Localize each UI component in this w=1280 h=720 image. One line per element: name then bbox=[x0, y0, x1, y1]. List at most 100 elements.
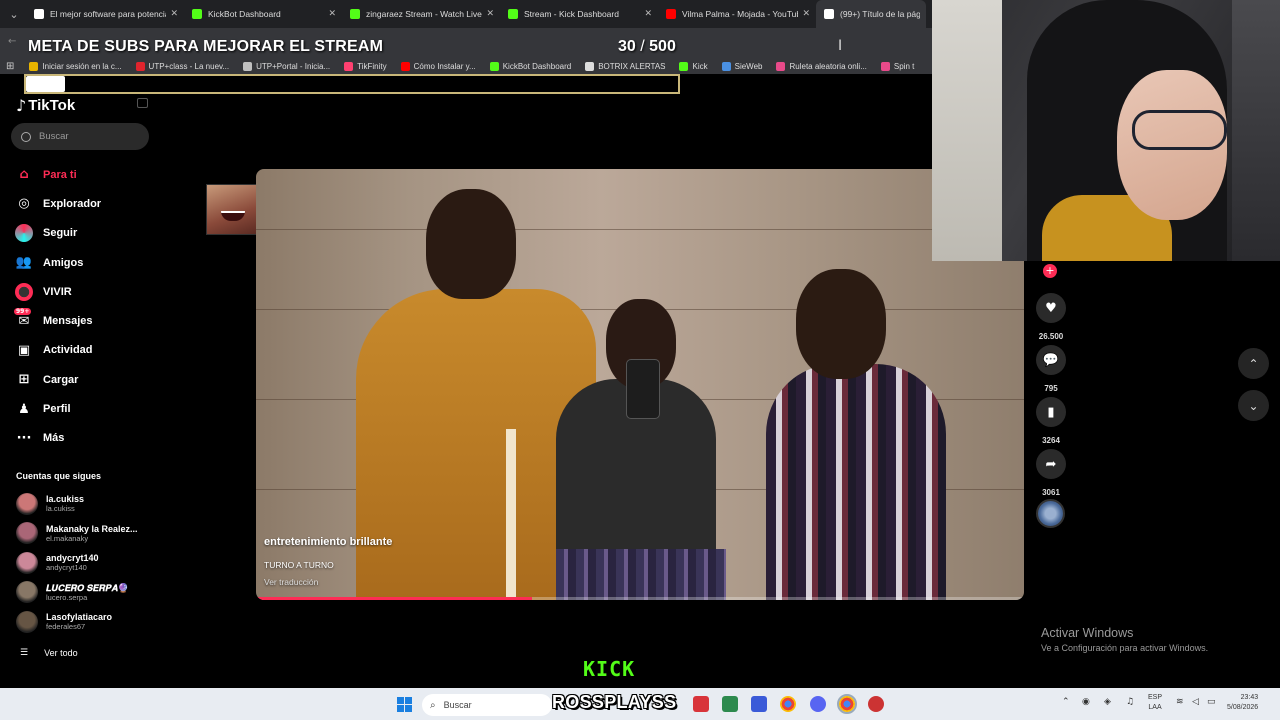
sidebar-item-actividad[interactable]: ▣ Actividad bbox=[14, 336, 154, 365]
sidebar-item-amigos[interactable]: 👥 Amigos bbox=[14, 248, 154, 277]
bookmark-label: UTP+Portal - Inicia... bbox=[256, 61, 331, 71]
search-input[interactable] bbox=[39, 131, 139, 142]
subs-goal-title: META DE SUBS PARA MEJORAR EL STREAM bbox=[28, 38, 384, 55]
apps-grid-icon[interactable]: ⊞ bbox=[6, 61, 14, 72]
search-box[interactable] bbox=[11, 123, 149, 150]
bookmark-favicon-icon bbox=[135, 61, 145, 71]
browser-tab[interactable]: El mejor software para potencia ✕ bbox=[26, 0, 184, 28]
see-all-button[interactable]: ☰ Ver todo bbox=[20, 648, 78, 658]
sidebar-item-para-ti[interactable]: ⌂ Para ti bbox=[14, 160, 154, 189]
bookmark-item[interactable]: Spin t bbox=[874, 61, 921, 71]
followed-account[interactable]: Lasofylatiacaro federales67 bbox=[16, 607, 156, 637]
tab-title: Stream - Kick Dashboard bbox=[524, 9, 619, 19]
collapse-sidebar-icon[interactable] bbox=[137, 98, 148, 108]
bookmark-button[interactable]: ▮ 3264 bbox=[1032, 397, 1070, 445]
bookmark-item[interactable]: Iniciar sesión en la c... bbox=[22, 61, 128, 71]
video-progress-bar[interactable] bbox=[256, 597, 1024, 600]
bookmark-label: BOTRIX ALERTAS bbox=[598, 61, 666, 71]
tiktok-logo-text: TikTok bbox=[28, 97, 76, 114]
sidebar-item-vivir[interactable]: VIVIR bbox=[14, 277, 154, 306]
microphone-icon[interactable]: ♫ bbox=[1126, 697, 1134, 707]
sidebar-item-mensajes[interactable]: ✉ 99+ Mensajes bbox=[14, 306, 154, 335]
music-disc-icon[interactable] bbox=[1036, 499, 1065, 528]
account-username: lucero.serpa bbox=[46, 592, 88, 602]
close-tab-icon[interactable]: ✕ bbox=[644, 9, 652, 19]
kick-icon bbox=[192, 9, 202, 19]
subs-goal-progress-bar bbox=[24, 74, 680, 94]
follow-plus-icon[interactable]: + bbox=[1043, 264, 1057, 278]
kick-icon bbox=[350, 9, 360, 19]
browser-tab[interactable]: zingaraez Stream - Watch Live ✕ bbox=[342, 0, 500, 28]
account-name: Makanaky la Realez... bbox=[46, 523, 138, 534]
avatar bbox=[16, 551, 38, 574]
translate-link[interactable]: Ver traducción bbox=[264, 577, 318, 587]
bookmark-item[interactable]: KickBot Dashboard bbox=[483, 61, 578, 71]
bookmark-item[interactable]: UTP+Portal - Inicia... bbox=[236, 61, 337, 71]
comment-icon: 💬 bbox=[1036, 345, 1066, 375]
taskbar-app-icon[interactable] bbox=[868, 696, 884, 712]
followed-account[interactable]: Makanaky la Realez... el.makanaky bbox=[16, 519, 156, 549]
battery-icon[interactable]: ▭ bbox=[1207, 697, 1216, 707]
video-caption[interactable]: entretenimiento brillante bbox=[264, 536, 392, 548]
bookmark-item[interactable]: Ruleta aleatoria onli... bbox=[769, 61, 873, 71]
taskbar-search[interactable]: ⌕ Buscar bbox=[422, 694, 552, 716]
followed-account[interactable]: la.cukiss la.cukiss bbox=[16, 489, 156, 519]
subs-goal-progress-fill bbox=[26, 76, 66, 92]
sidebar-item-explorador[interactable]: ◎ Explorador bbox=[14, 189, 154, 218]
taskbar-app-icon[interactable] bbox=[722, 696, 738, 712]
browser-tab[interactable]: Vilma Palma - Mojada - YouTub ✕ bbox=[658, 0, 816, 28]
language-indicator[interactable]: ESP LAA bbox=[1148, 693, 1162, 713]
sidebar-item-perfil[interactable]: ♟ Perfil bbox=[14, 394, 154, 423]
bookmark-favicon-icon bbox=[585, 61, 595, 71]
bookmark-item[interactable]: Cómo Instalar y... bbox=[394, 61, 483, 71]
taskbar-app-icon[interactable] bbox=[751, 696, 767, 712]
live-icon bbox=[14, 282, 34, 302]
bookmark-item[interactable]: SieWeb bbox=[715, 61, 770, 71]
sidebar-item-cargar[interactable]: ⊞ Cargar bbox=[14, 365, 154, 394]
video-progress-fill bbox=[256, 597, 533, 600]
close-tab-icon[interactable]: ✕ bbox=[328, 9, 336, 19]
bookmark-item[interactable]: UTP+class - La nuev... bbox=[129, 61, 237, 71]
close-tab-icon[interactable]: ✕ bbox=[170, 9, 178, 19]
browser-tab[interactable]: (99+) Título de la página d bbox=[816, 0, 926, 28]
tray-chevron-icon[interactable]: ⌃ bbox=[1062, 697, 1070, 707]
previous-video-button[interactable]: ⌃ bbox=[1238, 348, 1269, 379]
heart-button[interactable]: ♥ 26.500 bbox=[1032, 293, 1070, 341]
chrome-icon[interactable] bbox=[780, 696, 796, 712]
sidebar-item-seguir[interactable]: Seguir bbox=[14, 219, 154, 248]
chevron-up-icon: ⌃ bbox=[1248, 356, 1259, 371]
sidebar-item-label: Más bbox=[43, 432, 65, 445]
sidebar-item-más[interactable]: ··· Más bbox=[14, 424, 154, 453]
wifi-icon[interactable]: ≋ bbox=[1176, 697, 1184, 707]
volume-icon[interactable]: ◁ bbox=[1192, 697, 1199, 707]
tab-title: zingaraez Stream - Watch Live bbox=[366, 9, 482, 19]
chrome-active-icon[interactable] bbox=[837, 694, 857, 714]
tab-search-icon[interactable]: ⌄ bbox=[2, 4, 26, 24]
taskbar-clock[interactable]: 23:43 5/08/2026 bbox=[1227, 693, 1258, 713]
followed-account[interactable]: 𝑳𝑼𝑪𝑬𝑹𝑶 𝑺𝑬𝑹𝑷𝑨🔮 lucero.serpa bbox=[16, 578, 156, 608]
share-button[interactable]: ➦ 3061 bbox=[1032, 449, 1070, 497]
bookmark-favicon-icon bbox=[880, 61, 890, 71]
followed-account[interactable]: andycryt140 andycryt140 bbox=[16, 548, 156, 578]
tiktok-logo[interactable]: ♪ TikTok bbox=[16, 96, 75, 115]
tray-app-icon[interactable]: ◉ bbox=[1082, 697, 1090, 707]
windows-start-icon[interactable] bbox=[397, 697, 412, 712]
emote-image bbox=[206, 184, 258, 235]
messages-icon: ✉ 99+ bbox=[14, 308, 32, 329]
discord-icon[interactable] bbox=[810, 696, 826, 712]
bookmark-item[interactable]: Kick bbox=[672, 61, 714, 71]
taskbar-app-icon[interactable] bbox=[693, 696, 709, 712]
browser-tab[interactable]: KickBot Dashboard ✕ bbox=[184, 0, 342, 28]
video-player[interactable]: entretenimiento brillante TURNO A TURNO … bbox=[256, 169, 1024, 600]
tab-title: KickBot Dashboard bbox=[208, 9, 281, 19]
bookmark-item[interactable]: TikFinity bbox=[337, 61, 393, 71]
browser-tab[interactable]: Stream - Kick Dashboard ✕ bbox=[500, 0, 658, 28]
close-tab-icon[interactable]: ✕ bbox=[486, 9, 494, 19]
comment-button[interactable]: 💬 795 bbox=[1032, 345, 1070, 393]
account-name: la.cukiss bbox=[46, 494, 85, 505]
back-icon[interactable]: ← bbox=[8, 36, 16, 47]
bookmark-item[interactable]: BOTRIX ALERTAS bbox=[578, 61, 672, 71]
next-video-button[interactable]: ⌄ bbox=[1238, 390, 1269, 421]
tray-app-icon[interactable]: ◈ bbox=[1104, 697, 1111, 707]
close-tab-icon[interactable]: ✕ bbox=[802, 9, 810, 19]
